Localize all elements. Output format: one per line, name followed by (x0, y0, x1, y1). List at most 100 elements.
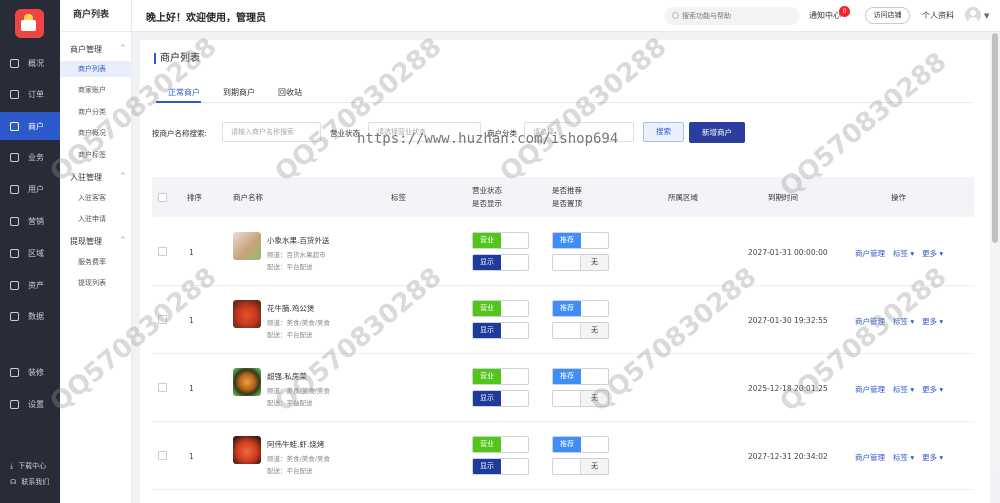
sub-item-merchant-tags[interactable]: 商户标签 (60, 147, 132, 163)
caret-down-icon[interactable]: ▼ (984, 12, 989, 20)
app-logo[interactable] (15, 9, 44, 38)
sub-item-merchant-account[interactable]: 商家账户 (60, 82, 132, 98)
sub-item-settle-apply[interactable]: 入驻申请 (60, 211, 132, 227)
sub-item-merchant-overview[interactable]: 商户概况 (60, 125, 132, 141)
notice-center-link[interactable]: 通知中心 (809, 10, 841, 21)
sub-item-service-rate[interactable]: 服务费率 (60, 254, 132, 270)
merchant-channel: 频道：美食/美食/美食 (267, 319, 330, 327)
sub-item-merchant-list[interactable]: 商户列表 (60, 61, 132, 77)
visit-store-button[interactable]: 访问店铺 (865, 7, 910, 24)
order-icon (10, 89, 19, 99)
merchant-delivery: 配送：平台配送 (267, 467, 313, 475)
top-toggle[interactable]: 无 (552, 390, 609, 407)
recommend-toggle[interactable]: 推荐 (552, 232, 609, 249)
asset-icon (10, 280, 19, 290)
row-checkbox[interactable] (158, 383, 167, 392)
merchant-manage-link[interactable]: 商户管理 (855, 384, 885, 395)
th-tag: 标签 (391, 193, 406, 202)
sub-item-settle-guest[interactable]: 入驻客客 (60, 190, 132, 206)
overview-icon (10, 58, 19, 68)
open-status-toggle[interactable]: 营业 (472, 436, 529, 453)
top-toggle[interactable]: 无 (552, 254, 609, 271)
row-checkbox[interactable] (158, 247, 167, 256)
category-select[interactable]: 请选择 (524, 122, 634, 142)
user-icon (10, 184, 19, 194)
profile-link[interactable]: 个人资料 (922, 10, 954, 21)
th-recommend: 是否推荐 (552, 186, 582, 195)
nav-item-asset[interactable]: 资产 (0, 271, 60, 299)
main-nav: 概况 订单 商户 业务 用户 营销 区域 资产 数据 装修 设置 ⤓ 下载中心 ☊… (0, 0, 60, 503)
group-merchant-manage[interactable]: 商户管理 ^ (70, 44, 128, 55)
select-all-checkbox[interactable] (158, 193, 167, 202)
nav-item-overview[interactable]: 概况 (0, 49, 60, 77)
more-dropdown[interactable]: 更多 ▾ (922, 384, 943, 395)
merchant-name: 小象水果.百货外送 (267, 236, 330, 245)
download-center-link[interactable]: ⤓ 下载中心 (0, 458, 60, 474)
sub-item-merchant-category[interactable]: 商户分类 (60, 104, 132, 120)
top-toggle[interactable]: 无 (552, 322, 609, 339)
tab-active-indicator (156, 101, 201, 103)
scrollbar-thumb[interactable] (992, 33, 998, 243)
top-toggle[interactable]: 无 (552, 458, 609, 475)
merchant-thumbnail (233, 232, 261, 260)
table-row: 1 小象水果.百货外送 频道：百货水果超市 配送：平台配送 营业 显示 推荐 无… (152, 218, 974, 286)
row-checkbox[interactable] (158, 451, 167, 460)
row-sort: 1 (189, 248, 194, 257)
more-dropdown[interactable]: 更多 ▾ (922, 248, 943, 259)
tag-dropdown[interactable]: 标签 ▾ (893, 316, 914, 327)
nav-item-user[interactable]: 用户 (0, 175, 60, 203)
merchant-manage-link[interactable]: 商户管理 (855, 316, 885, 327)
merchant-channel: 频道：美食/美食/美食 (267, 455, 330, 463)
tag-dropdown[interactable]: 标签 ▾ (893, 452, 914, 463)
merchant-manage-link[interactable]: 商户管理 (855, 248, 885, 259)
tab-normal-merchants[interactable]: 正常商户 (168, 87, 200, 98)
show-toggle[interactable]: 显示 (472, 390, 529, 407)
search-input[interactable] (664, 7, 800, 25)
show-toggle[interactable]: 显示 (472, 254, 529, 271)
sub-item-withdraw-list[interactable]: 提现列表 (60, 275, 132, 291)
th-name: 商户名称 (233, 193, 263, 202)
settings-icon (10, 399, 19, 409)
chevron-up-icon: ^ (120, 172, 126, 180)
contact-us-link[interactable]: ☊ 联系我们 (0, 474, 60, 490)
merchant-channel: 频道：百货水果超市 (267, 251, 326, 259)
nav-item-decorate[interactable]: 装修 (0, 358, 60, 386)
search-button[interactable]: 搜索 (643, 122, 684, 142)
expire-date: 2027-12-31 20:34:02 (748, 452, 828, 461)
more-dropdown[interactable]: 更多 ▾ (922, 452, 943, 463)
nav-item-data[interactable]: 数据 (0, 302, 60, 330)
tab-recycle-bin[interactable]: 回收站 (278, 87, 302, 98)
row-checkbox[interactable] (158, 315, 167, 324)
open-status-toggle[interactable]: 营业 (472, 232, 529, 249)
open-status-toggle[interactable]: 营业 (472, 300, 529, 317)
avatar[interactable] (965, 7, 981, 23)
show-toggle[interactable]: 显示 (472, 322, 529, 339)
nav-item-region[interactable]: 区域 (0, 239, 60, 267)
group-settle-manage[interactable]: 入驻管理 ^ (70, 172, 128, 183)
tab-expired-merchants[interactable]: 到期商户 (223, 87, 255, 98)
business-icon (10, 152, 19, 162)
expire-date: 2027-01-31 00:00:00 (748, 248, 828, 257)
nav-item-business[interactable]: 业务 (0, 143, 60, 171)
merchant-delivery: 配送：平台配送 (267, 263, 313, 271)
recommend-toggle[interactable]: 推荐 (552, 436, 609, 453)
nav-item-settings[interactable]: 设置 (0, 390, 60, 418)
recommend-toggle[interactable]: 推荐 (552, 368, 609, 385)
name-search-input[interactable]: 请输入商户名称搜索 (222, 122, 321, 142)
marketing-icon (10, 216, 19, 226)
open-status-toggle[interactable]: 营业 (472, 368, 529, 385)
show-toggle[interactable]: 显示 (472, 458, 529, 475)
more-dropdown[interactable]: 更多 ▾ (922, 316, 943, 327)
tag-dropdown[interactable]: 标签 ▾ (893, 248, 914, 259)
add-merchant-button[interactable]: 新增商户 (689, 122, 745, 143)
group-withdraw-manage[interactable]: 提现管理 ^ (70, 236, 128, 247)
recommend-toggle[interactable]: 推荐 (552, 300, 609, 317)
scrollbar[interactable] (991, 33, 999, 473)
merchant-manage-link[interactable]: 商户管理 (855, 452, 885, 463)
status-select[interactable]: 请选择营业状态 (368, 122, 481, 142)
status-label: 营业状态 (330, 129, 360, 138)
nav-item-merchant[interactable]: 商户 (0, 112, 60, 140)
nav-item-order[interactable]: 订单 (0, 80, 60, 108)
nav-item-marketing[interactable]: 营销 (0, 207, 60, 235)
tag-dropdown[interactable]: 标签 ▾ (893, 384, 914, 395)
